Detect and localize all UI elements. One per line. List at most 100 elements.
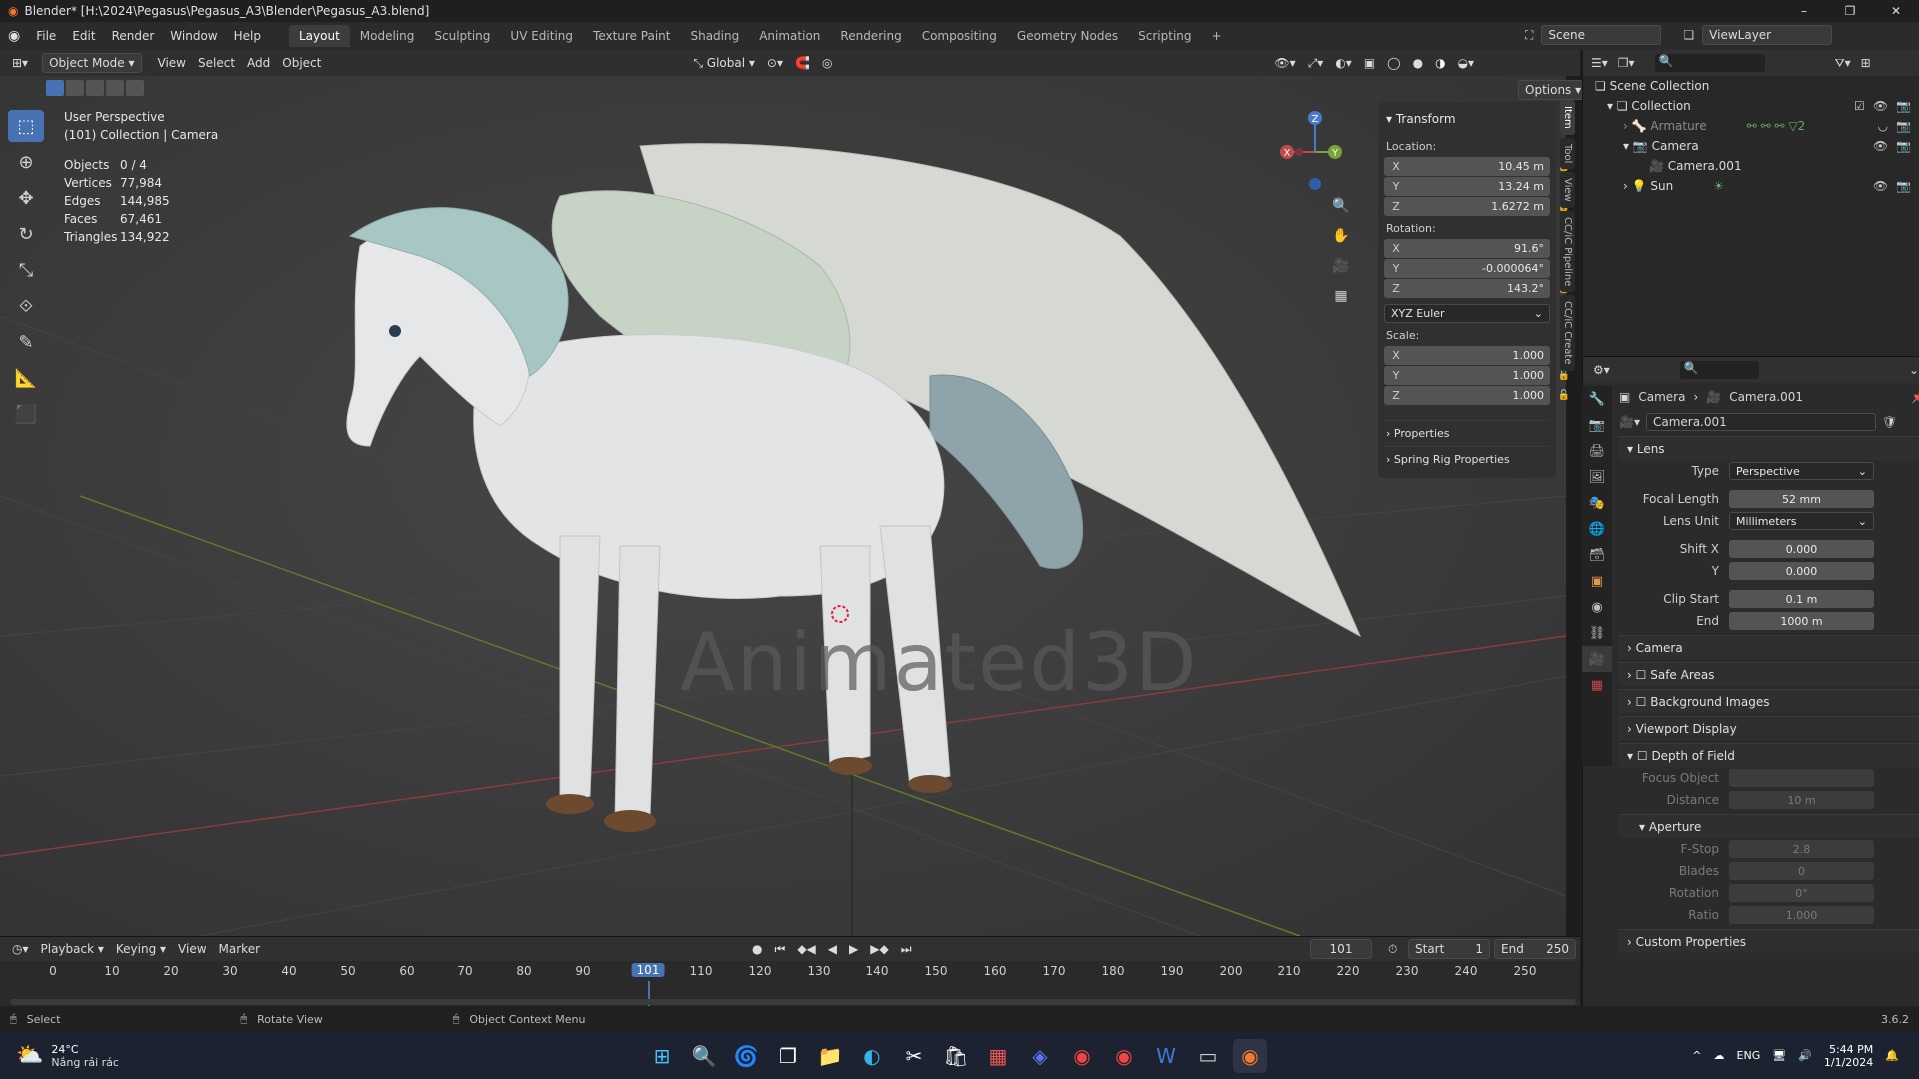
jump-end-icon[interactable]: ⏭: [895, 939, 918, 959]
prev-keyframe-icon[interactable]: ◆◀: [791, 939, 821, 959]
select-subtract-icon[interactable]: [86, 80, 104, 96]
location-z-field[interactable]: Z1.6272 m🔓: [1384, 197, 1570, 216]
focal-length-field[interactable]: 52 mm: [1729, 490, 1874, 508]
play-icon[interactable]: ▶: [843, 939, 864, 959]
options-button[interactable]: Options ▾: [1518, 80, 1589, 100]
navigation-gizmo[interactable]: Z X Y: [1265, 108, 1365, 198]
timeline-scrollbar[interactable]: [10, 999, 1576, 1005]
focus-distance-field[interactable]: 10 m: [1729, 791, 1874, 809]
filter-icon[interactable]: ⛛▾: [1835, 56, 1851, 71]
tab-layout[interactable]: Layout: [288, 25, 350, 47]
mode-selector[interactable]: Object Mode ▾: [42, 53, 142, 73]
object-tab-icon[interactable]: ▣: [1582, 568, 1612, 594]
gizmo-toggle-icon[interactable]: ⤢▾: [1302, 53, 1330, 73]
checkbox-icon[interactable]: ☐: [1636, 668, 1647, 682]
current-frame-field[interactable]: 101: [1310, 939, 1372, 959]
world-tab-icon[interactable]: 🌐: [1582, 516, 1612, 542]
menu-window[interactable]: Window: [162, 29, 225, 43]
transform-tool-icon[interactable]: ⟐: [8, 290, 44, 322]
solid-shading-icon[interactable]: ●: [1407, 53, 1429, 73]
tab-modeling[interactable]: Modeling: [350, 25, 425, 47]
tab-view[interactable]: View: [1560, 172, 1575, 208]
scale-tool-icon[interactable]: ⤡: [8, 254, 44, 286]
jump-start-icon[interactable]: ⏮: [769, 939, 792, 959]
constraints-tab-icon[interactable]: ⛓: [1582, 620, 1612, 646]
cursor-tool-icon[interactable]: ⊕: [8, 146, 44, 178]
menu-keying[interactable]: Keying ▾: [110, 939, 172, 959]
ortho-grid-icon[interactable]: ▦: [1327, 282, 1355, 310]
tab-cc-create[interactable]: CC/iC Create: [1560, 295, 1575, 371]
maximize-button[interactable]: ❐: [1827, 0, 1873, 22]
menu-add[interactable]: Add: [241, 53, 276, 73]
checkbox-icon[interactable]: ☐: [1636, 695, 1647, 709]
ratio-field[interactable]: 1.000: [1729, 906, 1874, 924]
render-tab-icon[interactable]: 📷: [1582, 412, 1612, 438]
app-icon[interactable]: ▦: [981, 1039, 1015, 1073]
menu-edit[interactable]: Edit: [64, 29, 103, 43]
eye-icon[interactable]: 👁: [1873, 179, 1888, 193]
tab-compositing[interactable]: Compositing: [912, 25, 1007, 47]
outliner-armature[interactable]: › 🦴 Armature ⚯ ⚯ ⚯ ▽2 ◡ 📷: [1583, 116, 1919, 136]
chrome-icon[interactable]: ◉: [1107, 1039, 1141, 1073]
outliner-search-input[interactable]: 🔍: [1654, 54, 1765, 72]
view-layer-icon[interactable]: ❏: [1683, 28, 1694, 42]
camera-view-icon[interactable]: 🎥: [1327, 252, 1355, 280]
clip-end-field[interactable]: 1000 m: [1729, 612, 1874, 630]
view-layer-tab-icon[interactable]: 🖼: [1582, 464, 1612, 490]
clip-start-field[interactable]: 0.1 m: [1729, 590, 1874, 608]
options-chevron-icon[interactable]: ⌄: [1909, 363, 1919, 377]
tab-tool[interactable]: Tool: [1560, 137, 1575, 170]
lock-icon[interactable]: 🔓: [1558, 390, 1570, 401]
menu-playback[interactable]: Playback ▾: [35, 939, 110, 959]
orientation-selector[interactable]: ⤡ Global ▾: [687, 53, 761, 73]
record-icon[interactable]: ●: [746, 939, 768, 959]
minimize-button[interactable]: –: [1781, 0, 1827, 22]
cloud-icon[interactable]: ☁: [1714, 1049, 1725, 1062]
next-keyframe-icon[interactable]: ▶◆: [864, 939, 894, 959]
lens-section-header[interactable]: ▾ Lens: [1619, 436, 1919, 460]
properties-search-input[interactable]: 🔍: [1679, 361, 1759, 379]
tab-sculpting[interactable]: Sculpting: [424, 25, 500, 47]
viewport-display-section-header[interactable]: › Viewport Display: [1619, 716, 1919, 740]
terminal-icon[interactable]: ▭: [1191, 1039, 1225, 1073]
tool-tab-icon[interactable]: 🔧: [1582, 386, 1612, 412]
overlay-icon[interactable]: ◐▾: [1329, 53, 1358, 73]
safe-areas-section-header[interactable]: › ☐ Safe Areas: [1619, 662, 1919, 686]
chevron-up-icon[interactable]: ^: [1692, 1049, 1701, 1062]
blender-app-icon[interactable]: ◉: [1233, 1038, 1267, 1073]
checkbox-icon[interactable]: ☑: [1854, 99, 1865, 113]
store-icon[interactable]: 🛍: [939, 1039, 973, 1073]
fake-user-icon[interactable]: 🛡: [1882, 415, 1897, 429]
eye-icon[interactable]: 👁: [1873, 139, 1888, 153]
scene-selector[interactable]: Scene: [1541, 25, 1662, 45]
start-frame-field[interactable]: Start 1: [1408, 939, 1490, 959]
snap-icon[interactable]: 🧲: [789, 53, 816, 73]
tab-cc-pipeline[interactable]: CC/iC Pipeline: [1560, 210, 1575, 293]
scene-tab-icon[interactable]: 🎭: [1582, 490, 1612, 516]
tab-rendering[interactable]: Rendering: [830, 25, 911, 47]
material-shading-icon[interactable]: ◑: [1429, 53, 1451, 73]
select-invert-icon[interactable]: [106, 80, 124, 96]
tab-scripting[interactable]: Scripting: [1128, 25, 1201, 47]
camera-render-icon[interactable]: 📷: [1896, 99, 1911, 113]
spring-rig-collapse[interactable]: › Spring Rig Properties: [1384, 446, 1550, 472]
outliner-camera[interactable]: ▾ 📷 Camera 👁 📷: [1583, 136, 1919, 156]
pin-icon[interactable]: 📌: [1911, 390, 1919, 404]
app-icon[interactable]: ◈: [1023, 1039, 1057, 1073]
expand-icon[interactable]: ▾: [1623, 139, 1633, 153]
tab-geometry-nodes[interactable]: Geometry Nodes: [1007, 25, 1128, 47]
search-icon[interactable]: 🔍: [687, 1039, 721, 1073]
eye-icon[interactable]: 👁: [1873, 99, 1888, 113]
fstop-field[interactable]: 2.8: [1729, 840, 1874, 858]
view-layer-selector[interactable]: ViewLayer: [1702, 25, 1833, 45]
collection-tab-icon[interactable]: 🗃: [1582, 542, 1612, 568]
camera-section-header[interactable]: › Camera: [1619, 635, 1919, 659]
tab-uv-editing[interactable]: UV Editing: [500, 25, 583, 47]
pan-hand-icon[interactable]: ✋: [1327, 222, 1355, 250]
shift-x-field[interactable]: 0.000: [1729, 540, 1874, 558]
select-intersect-icon[interactable]: [126, 80, 144, 96]
expand-icon[interactable]: ›: [1623, 119, 1632, 133]
camera-render-icon[interactable]: 📷: [1896, 119, 1911, 133]
datablock-name-field[interactable]: Camera.001: [1645, 413, 1876, 431]
annotate-tool-icon[interactable]: ✎: [8, 326, 44, 358]
